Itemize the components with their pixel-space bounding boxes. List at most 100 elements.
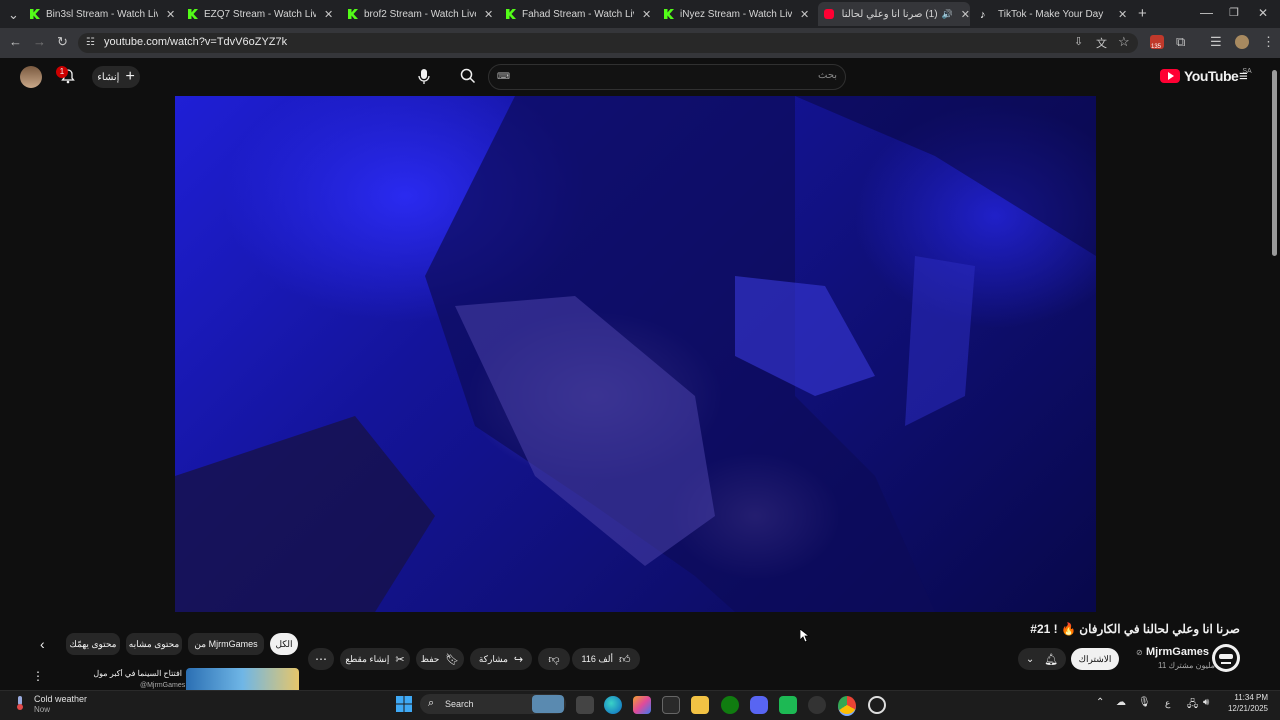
channel-name[interactable]: MjrmGames	[1146, 646, 1209, 658]
app-circle-icon[interactable]	[808, 696, 826, 714]
voice-search-mic-icon[interactable]	[416, 67, 432, 87]
close-tab-icon[interactable]: ✕	[166, 8, 175, 21]
windows-start-icon[interactable]	[396, 696, 412, 712]
video-player[interactable]	[175, 96, 1096, 612]
share-button[interactable]: مشاركة ↪	[470, 648, 532, 670]
video-title: صرنا انا وعلي لحالنا في الكارفان 🔥 ! 21#	[1030, 622, 1240, 636]
tab-kick-ezq7[interactable]: EZQ7 Stream - Watch Live on K ✕	[188, 2, 338, 26]
discord-icon[interactable]	[750, 696, 768, 714]
minimize-button[interactable]: —	[1200, 5, 1213, 20]
profile-avatar[interactable]	[1235, 35, 1249, 49]
tab-kick-brof2[interactable]: brof2 Stream - Watch Live on K ✕	[348, 2, 498, 26]
tab-kick-bin3sl[interactable]: Bin3sl Stream - Watch Live on K ✕	[30, 2, 180, 26]
thumbs-down-icon: 👎︎	[548, 653, 560, 666]
copilot-icon[interactable]	[633, 696, 651, 714]
bookmark-icon: 🔖︎	[445, 653, 460, 666]
like-count: 116 ألف	[581, 653, 613, 664]
thermometer-icon	[12, 695, 28, 711]
notification-setting-button[interactable]: ⌄ 🔔︎	[1018, 648, 1066, 670]
new-tab-button[interactable]: +	[1138, 5, 1147, 22]
close-tab-icon[interactable]: ✕	[961, 8, 970, 21]
extensions-puzzle-icon[interactable]: ⧉	[1176, 34, 1185, 50]
next-video-channel: @MjrmGames	[140, 682, 186, 689]
chrome-icon[interactable]	[838, 696, 856, 716]
reading-list-icon[interactable]: ☰	[1210, 34, 1222, 50]
subscriber-count: 11 مليون مشترك	[1158, 661, 1215, 670]
close-tab-icon[interactable]: ✕	[1118, 8, 1127, 21]
dislike-button[interactable]: 👎︎	[538, 648, 570, 670]
url-text[interactable]: youtube.com/watch?v=TdvV6oZYZ7k	[104, 36, 287, 48]
channel-avatar[interactable]	[1212, 644, 1240, 672]
language-indicator[interactable]: ع	[1165, 698, 1170, 709]
audio-playing-icon[interactable]: 🔊	[942, 9, 953, 20]
next-video-thumbnail[interactable]	[186, 668, 299, 690]
avatar[interactable]	[20, 66, 42, 88]
chip-from-channel[interactable]: من MjrmGames	[188, 633, 264, 655]
close-tab-icon[interactable]: ✕	[642, 8, 651, 21]
bookmark-star-icon[interactable]: ☆	[1118, 34, 1130, 50]
youtube-play-icon	[1160, 69, 1180, 83]
scissors-icon: ✂	[395, 653, 405, 666]
like-button[interactable]: 116 ألف 👍︎	[572, 648, 640, 670]
create-button[interactable]: إنشاء +	[92, 66, 140, 88]
maximize-button[interactable]: ❐	[1229, 6, 1239, 19]
mouse-cursor-icon	[800, 629, 810, 643]
kick-icon	[664, 9, 674, 19]
tab-kick-fahad[interactable]: Fahad Stream - Watch Live on K ✕	[506, 2, 656, 26]
search-icon: ⌕	[428, 697, 435, 709]
forward-button[interactable]: →	[33, 34, 46, 49]
chevron-up-icon[interactable]: ⌃	[1096, 697, 1104, 708]
file-explorer-icon[interactable]	[691, 696, 709, 714]
onedrive-cloud-icon[interactable]: ☁	[1116, 697, 1126, 708]
close-tab-icon[interactable]: ✕	[324, 8, 333, 21]
close-window-button[interactable]: ✕	[1258, 6, 1268, 20]
more-horizontal-icon: ⋯	[315, 652, 327, 666]
chip-for-you[interactable]: محتوى يهمّك	[66, 633, 120, 655]
scrollbar-thumb[interactable]	[1272, 70, 1277, 256]
taskbar-search-label: Search	[445, 699, 474, 709]
site-info-icon[interactable]: ☷	[86, 37, 95, 48]
save-label: حفظ	[420, 653, 440, 664]
save-button[interactable]: حفظ 🔖︎	[416, 648, 464, 670]
kick-icon	[30, 9, 40, 19]
tab-tiktok[interactable]: ♪ TikTok - Make Your Day ✕	[980, 2, 1130, 26]
tab-kick-inyez[interactable]: iNyez Stream - Watch Live on K ✕	[664, 2, 814, 26]
next-video-menu-icon[interactable]: ⋮	[32, 669, 44, 683]
volume-icon[interactable]: 🔊︎	[1203, 697, 1209, 708]
settings-gear-icon[interactable]	[868, 696, 886, 714]
chevron-left-icon[interactable]: ‹	[40, 636, 45, 652]
clock-time[interactable]: 11:34 PM	[1226, 693, 1268, 702]
guide-menu-icon[interactable]: ≡	[1239, 68, 1248, 85]
tab-youtube-active[interactable]: (1) صرنا انا وعلي لحالنا في ال 🔊 ✕	[818, 2, 970, 26]
search-input[interactable]	[488, 64, 846, 90]
subscribe-button[interactable]: الاشتراك	[1071, 648, 1119, 670]
youtube-logo[interactable]: YouTube SA	[1160, 68, 1252, 84]
browser-menu-icon[interactable]: ⋮	[1262, 34, 1275, 50]
kick-icon	[506, 9, 516, 19]
reload-button[interactable]: ↻	[57, 34, 68, 50]
weather-title[interactable]: Cold weather	[34, 694, 87, 704]
chip-related[interactable]: محتوى مشابه	[126, 633, 182, 655]
app-green-icon[interactable]	[779, 696, 797, 714]
back-button[interactable]: ←	[9, 34, 22, 49]
close-tab-icon[interactable]: ✕	[484, 8, 493, 21]
microphone-icon[interactable]: 🎙︎	[1138, 697, 1151, 708]
close-tab-icon[interactable]: ✕	[800, 8, 809, 21]
translate-icon[interactable]: 文	[1096, 35, 1107, 51]
network-icon[interactable]: 🖧︎	[1187, 697, 1198, 714]
store-icon[interactable]	[662, 696, 680, 714]
keyboard-icon[interactable]: ⌨	[497, 71, 510, 82]
next-video-title[interactable]: افتتاح السينما في أكبر مول	[88, 669, 182, 678]
task-view-icon[interactable]	[576, 696, 594, 714]
clip-button[interactable]: إنشاء مقطع ✂	[340, 648, 410, 670]
search-icon[interactable]	[460, 68, 476, 84]
edge-icon[interactable]	[604, 696, 622, 714]
extension-badge: 135	[1151, 44, 1162, 50]
more-actions-button[interactable]: ⋯	[308, 648, 334, 670]
clock-date[interactable]: 12/21/2025	[1224, 704, 1268, 713]
tiktok-icon: ♪	[980, 9, 986, 21]
install-app-icon[interactable]: ⇩	[1074, 35, 1083, 48]
xbox-icon[interactable]	[721, 696, 739, 714]
tab-search-button[interactable]: ⌄	[8, 7, 19, 23]
chip-all[interactable]: الكل	[270, 633, 298, 655]
